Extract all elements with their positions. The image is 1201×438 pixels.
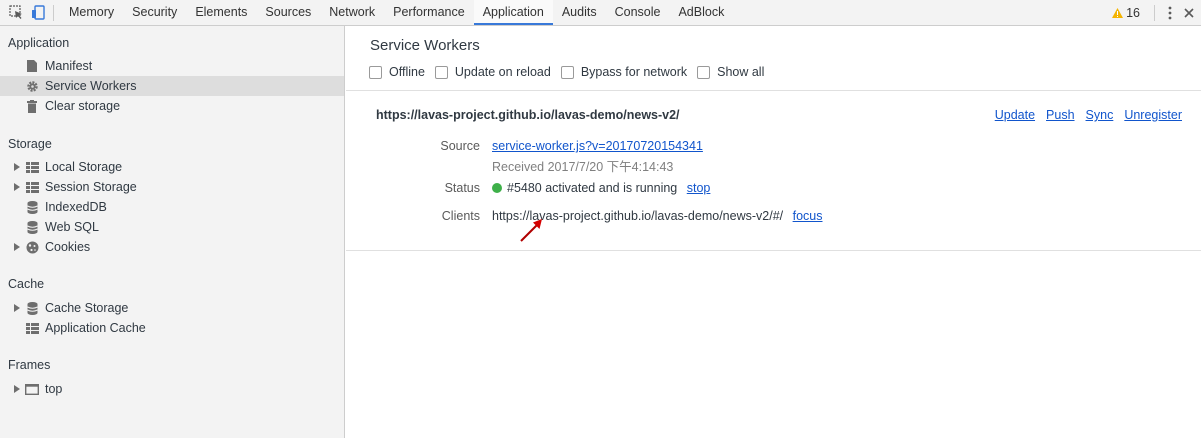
warning-icon [1112, 7, 1124, 18]
database-icon [24, 219, 40, 235]
section-title-frames: Frames [8, 358, 51, 372]
status-row: #5480 activated and is running stop [492, 181, 710, 195]
tab-sources[interactable]: Sources [256, 0, 320, 25]
document-icon [24, 58, 40, 74]
sidebar-item-label: Cache Storage [45, 301, 129, 315]
service-worker-entry: https://lavas-project.github.io/lavas-de… [346, 91, 1201, 251]
tab-network[interactable]: Network [320, 0, 384, 25]
sidebar-item-label: top [45, 382, 63, 396]
push-link[interactable]: Push [1046, 108, 1075, 122]
update-on-reload-checkbox[interactable]: Update on reload [434, 65, 551, 79]
checkbox-label: Bypass for network [580, 65, 688, 79]
expand-triangle-icon[interactable] [12, 183, 22, 191]
checkbox-label: Update on reload [454, 65, 551, 79]
devtools-toolbar: Memory Security Elements Sources Network… [0, 0, 1201, 26]
database-icon [24, 199, 40, 215]
service-workers-panel: Service Workers Offline Update on reload… [346, 26, 1201, 438]
sidebar-item-indexeddb[interactable]: IndexedDB [0, 197, 344, 217]
sidebar-item-clear-storage[interactable]: Clear storage [0, 96, 344, 116]
tab-console[interactable]: Console [606, 0, 670, 25]
frame-icon [24, 381, 40, 397]
sync-link[interactable]: Sync [1086, 108, 1114, 122]
database-icon [24, 300, 40, 316]
sidebar-item-label: Manifest [45, 59, 93, 73]
checkbox-box[interactable] [369, 65, 382, 79]
section-title-application: Application [8, 36, 70, 50]
checkbox-label: Offline [389, 65, 425, 79]
section-title-cache: Cache [8, 277, 45, 291]
sidebar-item-label: Web SQL [45, 220, 99, 234]
sidebar-item-label: IndexedDB [45, 200, 107, 214]
update-link[interactable]: Update [995, 108, 1035, 122]
trash-icon [24, 98, 40, 114]
source-link[interactable]: service-worker.js?v=20170720154341 [492, 139, 703, 153]
sidebar-item-local-storage[interactable]: Local Storage [0, 157, 344, 177]
sidebar-item-service-workers[interactable]: Service Workers [0, 76, 344, 96]
received-time: Received 2017/7/20 下午4:14:43 [492, 160, 674, 174]
grid-icon [24, 159, 40, 175]
sidebar-item-cookies[interactable]: Cookies [0, 237, 344, 257]
status-dot-icon [492, 183, 502, 193]
toolbar-separator [53, 4, 54, 21]
sidebar-item-label: Session Storage [45, 180, 137, 194]
tab-adblock[interactable]: AdBlock [669, 0, 733, 25]
toolbar-separator [1154, 4, 1155, 21]
red-arrow-annotation [520, 219, 542, 242]
sidebar-item-label: Local Storage [45, 160, 123, 174]
options-row: Offline Update on reload Bypass for netw… [369, 65, 774, 79]
source-label: Source [440, 139, 480, 153]
service-workers-header: Service Workers Offline Update on reload… [346, 26, 1201, 91]
close-devtools-icon[interactable] [1177, 7, 1201, 18]
gear-icon [24, 78, 40, 94]
sidebar-item-web-sql[interactable]: Web SQL [0, 217, 344, 237]
expand-triangle-icon[interactable] [12, 243, 22, 251]
page-title: Service Workers [370, 37, 480, 54]
warnings-counter[interactable]: 16 [1112, 6, 1140, 20]
scope-url: https://lavas-project.github.io/lavas-de… [376, 108, 680, 122]
section-title-storage: Storage [8, 137, 52, 151]
worker-actions: Update Push Sync Unregister [984, 108, 1182, 122]
warning-count: 16 [1126, 5, 1140, 20]
status-label: Status [444, 181, 480, 195]
show-all-checkbox[interactable]: Show all [697, 65, 764, 79]
sidebar-item-label: Cookies [45, 240, 91, 254]
checkbox-box[interactable] [697, 65, 711, 79]
clients-label: Clients [441, 209, 480, 223]
tab-application[interactable]: Application [473, 0, 553, 25]
checkbox-box[interactable] [434, 65, 448, 79]
sidebar-item-cache-storage[interactable]: Cache Storage [0, 298, 344, 318]
tab-memory[interactable]: Memory [60, 0, 123, 25]
checkbox-box[interactable] [560, 65, 574, 79]
status-text: #5480 activated and is running [507, 181, 678, 195]
sidebar-item-top-frame[interactable]: top [0, 379, 344, 399]
tab-elements[interactable]: Elements [186, 0, 256, 25]
expand-triangle-icon[interactable] [12, 385, 22, 393]
expand-triangle-icon[interactable] [12, 163, 22, 171]
sidebar-item-label: Service Workers [45, 79, 137, 93]
sidebar-item-label: Application Cache [45, 321, 146, 335]
grid-icon [24, 320, 40, 336]
stop-link[interactable]: stop [687, 181, 711, 195]
application-sidebar: Application Manifest Service Workers Cle… [0, 26, 345, 438]
sidebar-item-label: Clear storage [45, 99, 121, 113]
sidebar-item-session-storage[interactable]: Session Storage [0, 177, 344, 197]
grid-icon [24, 179, 40, 195]
checkbox-label: Show all [717, 65, 765, 79]
sidebar-item-manifest[interactable]: Manifest [0, 56, 344, 76]
sidebar-item-application-cache[interactable]: Application Cache [0, 318, 344, 338]
more-options-icon[interactable] [1163, 6, 1177, 20]
cookie-icon [24, 239, 40, 255]
offline-checkbox[interactable]: Offline [369, 65, 425, 79]
device-toolbar-icon[interactable] [27, 0, 49, 25]
tab-performance[interactable]: Performance [384, 0, 474, 25]
tab-security[interactable]: Security [123, 0, 186, 25]
expand-triangle-icon[interactable] [12, 304, 22, 312]
focus-link[interactable]: focus [793, 209, 823, 223]
tab-audits[interactable]: Audits [553, 0, 606, 25]
bypass-for-network-checkbox[interactable]: Bypass for network [560, 65, 688, 79]
inspect-element-icon[interactable] [5, 0, 27, 25]
unregister-link[interactable]: Unregister [1124, 108, 1182, 122]
